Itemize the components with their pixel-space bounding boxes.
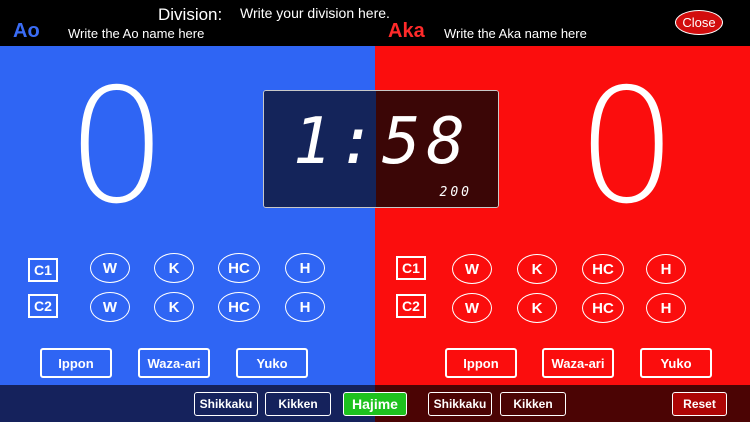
ao-c1-k[interactable]: K (154, 253, 194, 283)
ao-wazaari-button[interactable]: Waza-ari (138, 348, 210, 378)
aka-shikkaku-button[interactable]: Shikkaku (428, 392, 492, 416)
ao-c2-hc[interactable]: HC (218, 292, 260, 322)
ao-c2-h[interactable]: H (285, 292, 325, 322)
match-timer[interactable]: 1:58 200 (263, 90, 499, 208)
aka-c2-hc[interactable]: HC (582, 293, 624, 323)
aka-ippon-button[interactable]: Ippon (445, 348, 517, 378)
hajime-button[interactable]: Hajime (343, 392, 407, 416)
ao-c2-box[interactable]: C2 (28, 294, 58, 318)
ao-score[interactable]: 0 (42, 68, 192, 226)
ao-c1-h[interactable]: H (285, 253, 325, 283)
ao-c1-hc[interactable]: HC (218, 253, 260, 283)
ao-label: Ao (13, 20, 40, 42)
aka-c2-w[interactable]: W (452, 293, 492, 323)
ao-name-input[interactable]: Write the Ao name here (68, 26, 204, 41)
aka-c1-k[interactable]: K (517, 254, 557, 284)
aka-c2-box[interactable]: C2 (396, 294, 426, 318)
aka-yuko-button[interactable]: Yuko (640, 348, 712, 378)
timer-subdisplay: 200 (439, 185, 472, 200)
aka-c1-box[interactable]: C1 (396, 256, 426, 280)
aka-c1-w[interactable]: W (452, 254, 492, 284)
division-label: Division: (158, 5, 223, 24)
aka-c2-k[interactable]: K (517, 293, 557, 323)
ao-c2-w[interactable]: W (90, 292, 130, 322)
timer-display: 1:58 (292, 105, 472, 179)
ao-kikken-button[interactable]: Kikken (265, 392, 331, 416)
ao-shikkaku-button[interactable]: Shikkaku (194, 392, 258, 416)
aka-c1-h[interactable]: H (646, 254, 686, 284)
aka-label: Aka (388, 20, 425, 42)
ao-ippon-button[interactable]: Ippon (40, 348, 112, 378)
ao-yuko-button[interactable]: Yuko (236, 348, 308, 378)
reset-button[interactable]: Reset (672, 392, 727, 416)
aka-c2-h[interactable]: H (646, 293, 686, 323)
aka-kikken-button[interactable]: Kikken (500, 392, 566, 416)
header-bar: Division: Write your division here. Ao W… (0, 0, 750, 46)
division-input[interactable]: Write your division here. (240, 5, 390, 21)
ao-c1-w[interactable]: W (90, 253, 130, 283)
ao-c1-box[interactable]: C1 (28, 258, 58, 282)
aka-name-input[interactable]: Write the Aka name here (444, 26, 587, 41)
ao-c2-k[interactable]: K (154, 292, 194, 322)
close-button[interactable]: Close (675, 10, 723, 35)
aka-score[interactable]: 0 (552, 68, 702, 226)
aka-wazaari-button[interactable]: Waza-ari (542, 348, 614, 378)
aka-c1-hc[interactable]: HC (582, 254, 624, 284)
